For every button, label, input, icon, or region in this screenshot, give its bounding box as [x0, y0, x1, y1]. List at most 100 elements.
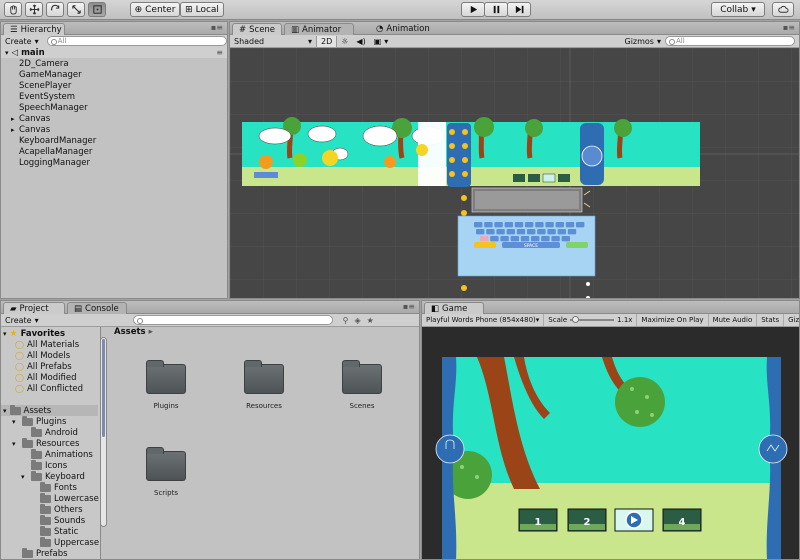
assets-breadcrumb[interactable]: Assets ▸	[114, 327, 153, 337]
filter-type-icon[interactable]: ⚲	[343, 316, 349, 325]
hierarchy-item[interactable]: AcapellaManager	[1, 146, 227, 157]
hierarchy-search-input[interactable]: All	[46, 36, 227, 46]
hierarchy-create-dropdown[interactable]: Create ▾	[1, 36, 43, 47]
play-button[interactable]	[461, 2, 485, 17]
scale-thumb[interactable]	[572, 316, 580, 323]
panel-menu-icon[interactable]: ▪≡	[783, 23, 795, 32]
tree-folder-item[interactable]: Android	[21, 426, 78, 438]
tree-folder-item[interactable]: ▾ Keyboard	[21, 470, 85, 482]
speak-button[interactable]	[758, 434, 788, 464]
label-icon[interactable]: ◈	[354, 316, 360, 325]
tree-folder-item[interactable]: Static	[30, 525, 78, 537]
pause-button[interactable]	[484, 2, 508, 17]
project-search-input[interactable]	[132, 315, 333, 325]
filmstrip-thumb[interactable]: 4	[662, 508, 702, 532]
favorite-item[interactable]: ◯ All Modified	[15, 372, 76, 383]
favorites-header[interactable]: ▾ ★ Favorites	[3, 328, 65, 339]
effects-dropdown[interactable]: ▣ ▾	[370, 36, 393, 47]
audio-toggle[interactable]: ◀)	[352, 36, 369, 47]
pivot-center-button[interactable]: ⊕ Center	[130, 2, 180, 17]
tree-folder-label: Uppercase	[54, 537, 100, 548]
panel-menu-icon[interactable]: ▪≡	[403, 302, 415, 311]
mute-audio-toggle[interactable]: Mute Audio	[709, 314, 758, 326]
tree-folder-item[interactable]: Prefabs	[12, 547, 68, 559]
stats-toggle[interactable]: Stats	[757, 314, 785, 326]
collab-button[interactable]: Collab ▾	[711, 2, 765, 17]
resolution-dropdown[interactable]: Playful Words Phone (854x480) ▾	[422, 314, 545, 326]
hierarchy-item[interactable]: KeyboardManager	[1, 135, 227, 146]
favorite-item[interactable]: ◯ All Conflicted	[15, 383, 83, 394]
tab-animator[interactable]: ▥ Animator	[284, 23, 354, 35]
tree-folder-item[interactable]: Sounds	[30, 514, 85, 526]
hand-tool-button[interactable]	[4, 2, 22, 17]
favorite-star-icon[interactable]: ★	[367, 316, 374, 325]
hierarchy-item[interactable]: ▸ Canvas	[1, 124, 227, 135]
scene-search-input[interactable]: All	[665, 36, 795, 46]
scene-gizmos-dropdown[interactable]: Gizmos ▾	[621, 36, 666, 47]
expand-arrow-icon[interactable]: ▾	[12, 440, 19, 448]
dropdown-arrow-icon: ▾	[384, 36, 389, 46]
mode-2d-toggle[interactable]: 2D	[316, 35, 338, 47]
rect-tool-button[interactable]	[88, 2, 106, 17]
expand-arrow-icon[interactable]: ▾	[21, 473, 28, 481]
hierarchy-item[interactable]: EventSystem	[1, 91, 227, 102]
tab-game[interactable]: ◧ Game	[424, 302, 484, 314]
filmstrip-thumb[interactable]: 1	[518, 508, 558, 532]
cloud-button[interactable]	[772, 2, 794, 17]
expand-arrow-icon[interactable]: ▸	[11, 115, 19, 123]
asset-folder[interactable]: Scripts	[131, 447, 201, 497]
favorite-item[interactable]: ◯ All Prefabs	[15, 361, 72, 372]
project-create-dropdown[interactable]: Create ▾	[1, 315, 43, 326]
tab-hierarchy[interactable]: ☰ Hierarchy	[3, 23, 65, 35]
game-gizmos-dropdown[interactable]: Gizmos▾	[784, 314, 799, 326]
panel-menu-icon[interactable]: ▪≡	[211, 23, 223, 32]
expand-arrow-icon[interactable]: ▾	[12, 418, 19, 426]
tree-folder-item[interactable]: Lowercase	[30, 492, 99, 504]
scale-track[interactable]	[570, 316, 615, 323]
listen-button[interactable]	[435, 434, 465, 464]
hierarchy-item[interactable]: 2D_Camera	[1, 58, 227, 69]
folder-icon	[40, 514, 51, 525]
expand-arrow-icon[interactable]: ▸	[11, 126, 19, 134]
tab-project[interactable]: ▰ Project	[3, 302, 65, 314]
tree-scrollbar[interactable]	[100, 337, 107, 527]
favorite-item[interactable]: ◯ All Materials	[15, 339, 79, 350]
scale-tool-button[interactable]	[67, 2, 85, 17]
filmstrip-thumb[interactable]: 2	[567, 508, 607, 532]
hierarchy-item[interactable]: SpeechManager	[1, 102, 227, 113]
tree-folder-item[interactable]: ▾ Resources	[12, 437, 79, 449]
tree-folder-item[interactable]: Fonts	[30, 481, 77, 493]
rotate-tool-button[interactable]	[46, 2, 64, 17]
pivot-local-button[interactable]: ⊞ Local	[180, 2, 224, 17]
hierarchy-item[interactable]: GameManager	[1, 69, 227, 80]
tree-folder-item[interactable]: Animations	[21, 448, 93, 460]
asset-folder[interactable]: Scenes	[327, 360, 397, 410]
game-viewport[interactable]: 1 2 4	[422, 327, 800, 560]
tree-folder-item[interactable]: ▾ Plugins	[12, 415, 66, 427]
lighting-toggle[interactable]: ☼	[337, 36, 352, 47]
favorite-item[interactable]: ◯ All Models	[15, 350, 70, 361]
move-tool-button[interactable]	[25, 2, 43, 17]
scene-menu-icon[interactable]: ≡	[216, 48, 223, 57]
assets-root[interactable]: ▾ Assets	[1, 404, 98, 416]
favorite-label: All Models	[26, 350, 71, 361]
scene-root-row[interactable]: ▾ ◁ main ≡	[1, 47, 227, 58]
tab-animation[interactable]: ◔ Animation	[370, 23, 430, 35]
tree-scrollbar-thumb[interactable]	[102, 339, 105, 437]
tree-folder-item[interactable]: Others	[30, 503, 83, 515]
hierarchy-item[interactable]: ▸ Canvas	[1, 113, 227, 124]
shading-dropdown[interactable]: Shaded ▾	[230, 36, 316, 47]
step-button[interactable]	[507, 2, 531, 17]
scene-viewport[interactable]: SPACE	[230, 48, 800, 299]
maximize-on-play-toggle[interactable]: Maximize On Play	[637, 314, 709, 326]
asset-folder[interactable]: Resources	[229, 360, 299, 410]
tab-console[interactable]: ▤ Console	[67, 302, 127, 314]
tab-scene[interactable]: # Scene	[232, 23, 282, 35]
hierarchy-item[interactable]: ScenePlayer	[1, 80, 227, 91]
scale-slider[interactable]: Scale 1.1x	[544, 314, 638, 326]
hierarchy-item[interactable]: LoggingManager	[1, 157, 227, 168]
filmstrip-current-thumb[interactable]	[614, 508, 654, 532]
tree-folder-item[interactable]: Icons	[21, 459, 67, 471]
asset-folder[interactable]: Plugins	[131, 360, 201, 410]
tree-folder-item[interactable]: Uppercase	[30, 536, 100, 548]
